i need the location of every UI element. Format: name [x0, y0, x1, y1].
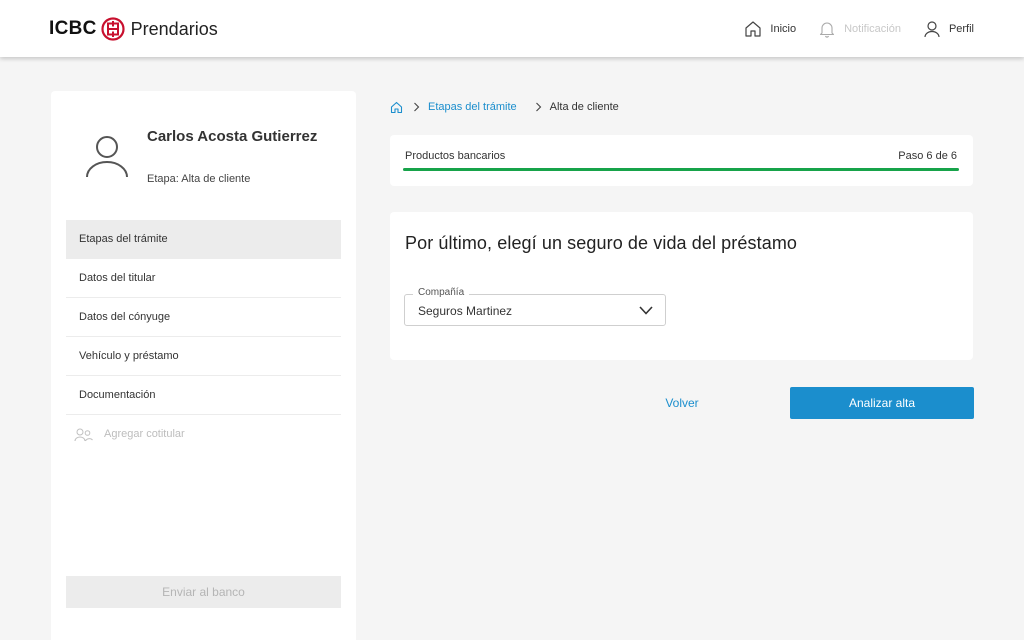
insurance-form-card: Por último, elegí un seguro de vida del … [390, 212, 973, 360]
nav-home-label: Inicio [770, 23, 797, 35]
sidebar-item-vehiculo[interactable]: Vehículo y préstamo [66, 337, 341, 376]
back-button[interactable]: Volver [620, 387, 744, 419]
sidebar-item-documentacion[interactable]: Documentación [66, 376, 341, 415]
company-select-label: Compañía [413, 286, 470, 300]
progress-bar-fill [403, 168, 959, 171]
progress-step: Paso 6 de 6 [898, 150, 957, 162]
add-users-icon [74, 428, 93, 441]
brand-name: Prendarios [130, 18, 218, 39]
user-icon [924, 21, 940, 38]
nav-profile-label: Perfil [948, 23, 974, 35]
brand-logo[interactable]: ICBC Prendarios [49, 16, 218, 42]
sidebar-item-conyuge[interactable]: Datos del cónyuge [66, 298, 341, 337]
sidebar-item-agregar-cotitular: Agregar cotitular [66, 415, 341, 454]
agregar-cotitular-label: Agregar cotitular [104, 428, 185, 440]
company-select[interactable]: Compañía Seguros Martinez [404, 286, 666, 326]
profile-name: Carlos Acosta Gutierrez [147, 128, 318, 145]
progress-bar [403, 168, 959, 171]
progress-card: Productos bancarios Paso 6 de 6 [390, 135, 973, 186]
analyze-button[interactable]: Analizar alta [790, 387, 974, 419]
nav-home[interactable]: Inicio [744, 20, 796, 38]
home-icon [745, 21, 761, 37]
chevron-right-icon [535, 102, 541, 112]
form-title: Por último, elegí un seguro de vida del … [405, 233, 798, 253]
company-select-value: Seguros Martinez [418, 304, 513, 318]
breadcrumb: Etapas del trámite Alta de cliente [390, 99, 619, 115]
sidebar: Carlos Acosta Gutierrez Etapa: Alta de c… [51, 91, 356, 640]
breadcrumb-link-etapas[interactable]: Etapas del trámite [428, 101, 517, 113]
profile-stage: Etapa: Alta de cliente [147, 173, 251, 185]
send-to-bank-button[interactable]: Enviar al banco [66, 576, 341, 608]
nav-notifications[interactable]: Notificación [818, 20, 901, 38]
avatar-icon [86, 136, 128, 178]
icbc-logo-icon [101, 17, 125, 41]
sidebar-menu: Etapas del trámite Datos del titular Dat… [66, 220, 341, 454]
home-icon[interactable] [390, 101, 403, 114]
sidebar-item-etapas[interactable]: Etapas del trámite [66, 220, 341, 259]
bell-icon [820, 22, 835, 38]
chevron-down-icon [639, 306, 653, 315]
brand-short: ICBC [49, 18, 97, 39]
header-nav: Inicio Notificación Perfil [722, 17, 974, 41]
top-header: ICBC Prendarios Inicio Notificación Perf… [0, 0, 1024, 57]
breadcrumb-current: Alta de cliente [549, 101, 619, 113]
nav-profile[interactable]: Perfil [923, 20, 974, 38]
chevron-right-icon [414, 102, 420, 112]
progress-title: Productos bancarios [405, 150, 506, 162]
sidebar-item-titular[interactable]: Datos del titular [66, 259, 341, 298]
nav-notifications-label: Notificación [844, 23, 901, 35]
